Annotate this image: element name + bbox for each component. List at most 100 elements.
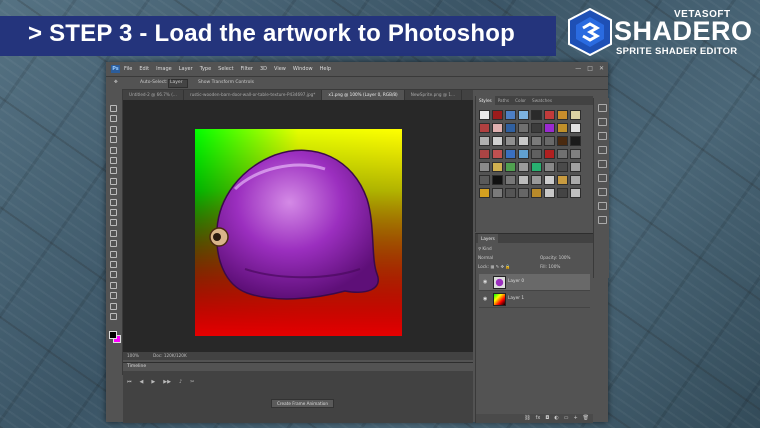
style-swatch[interactable]	[518, 162, 529, 172]
style-swatch[interactable]	[518, 149, 529, 159]
style-swatch[interactable]	[531, 123, 542, 133]
more-tool-icon[interactable]	[110, 313, 117, 320]
style-swatch[interactable]	[531, 188, 542, 198]
style-swatch[interactable]	[544, 175, 555, 185]
brush-presets-icon[interactable]	[598, 132, 607, 140]
trash-icon[interactable]: 🗑	[583, 414, 589, 423]
artwork-canvas[interactable]	[195, 129, 402, 336]
style-swatch[interactable]	[505, 162, 516, 172]
style-swatch[interactable]	[505, 149, 516, 159]
opacity-control[interactable]: Opacity: 100%	[540, 255, 571, 260]
tab-layers[interactable]: Layers	[478, 234, 498, 243]
lasso-tool-icon[interactable]	[110, 125, 117, 133]
blur-tool-icon[interactable]	[110, 229, 117, 237]
history-brush-tool-icon[interactable]	[110, 198, 117, 206]
foreground-color-swatch[interactable]	[109, 331, 117, 339]
style-swatch[interactable]	[479, 110, 490, 120]
style-swatch[interactable]	[544, 162, 555, 172]
adjustments-icon[interactable]	[598, 188, 607, 196]
tab-swatches[interactable]: Swatches	[529, 96, 555, 105]
style-swatch[interactable]	[479, 175, 490, 185]
style-swatch[interactable]	[531, 110, 542, 120]
visibility-eye-icon[interactable]: ◉	[483, 296, 487, 302]
style-swatch[interactable]	[479, 136, 490, 146]
style-swatch[interactable]	[531, 175, 542, 185]
properties-icon[interactable]	[598, 118, 607, 126]
style-swatch[interactable]	[544, 123, 555, 133]
paragraph-styles-icon[interactable]	[598, 216, 607, 224]
type-tool-icon[interactable]	[110, 261, 117, 268]
photoshop-app-icon[interactable]: Ps	[111, 65, 120, 73]
tab-styles[interactable]: Styles	[476, 96, 495, 105]
history-icon[interactable]	[598, 104, 607, 112]
style-swatch[interactable]	[557, 188, 568, 198]
minimize-button[interactable]: —	[575, 65, 581, 72]
tab-paths[interactable]: Paths	[495, 96, 512, 105]
style-swatch[interactable]	[531, 162, 542, 172]
style-swatch[interactable]	[544, 110, 555, 120]
style-swatch[interactable]	[505, 136, 516, 146]
tab-color[interactable]: Color	[512, 96, 529, 105]
menu-item-file[interactable]: File	[124, 66, 132, 72]
text-icon[interactable]	[598, 202, 607, 210]
style-swatch[interactable]	[505, 123, 516, 133]
style-swatch[interactable]	[557, 123, 568, 133]
eraser-tool-icon[interactable]	[110, 209, 117, 216]
quick-select-tool-icon[interactable]	[110, 136, 117, 144]
fill-control[interactable]: Fill: 100%	[540, 264, 560, 269]
timeline-title[interactable]: Timeline	[127, 364, 146, 369]
style-swatch[interactable]	[505, 175, 516, 185]
layer-row[interactable]: ◉ Layer 1	[479, 291, 590, 308]
style-swatch[interactable]	[492, 188, 503, 198]
pen-tool-icon[interactable]	[110, 250, 117, 258]
style-swatch[interactable]	[492, 123, 503, 133]
dodge-tool-icon[interactable]	[110, 240, 117, 248]
fx-icon[interactable]: fx	[536, 414, 541, 423]
adjustment-icon[interactable]: ◐	[554, 414, 558, 423]
style-swatch[interactable]	[505, 188, 516, 198]
style-swatch[interactable]	[531, 149, 542, 159]
document-tab[interactable]: rustic-wooden-barn-door-wall-or-table-te…	[184, 90, 323, 100]
folder-icon[interactable]: ▭	[564, 414, 569, 423]
clone-stamp-tool-icon[interactable]	[110, 188, 117, 196]
close-button[interactable]: ✕	[599, 65, 604, 72]
style-swatch[interactable]	[557, 149, 568, 159]
shape-tool-icon[interactable]	[110, 281, 117, 289]
first-frame-icon[interactable]: ⏮	[127, 379, 132, 385]
style-swatch[interactable]	[479, 149, 490, 159]
visibility-eye-icon[interactable]: ◉	[483, 279, 487, 285]
document-tab[interactable]: NewSprite.png @ 1...	[405, 90, 463, 100]
menu-item-view[interactable]: View	[274, 66, 286, 72]
style-swatch[interactable]	[492, 162, 503, 172]
style-swatch[interactable]	[518, 136, 529, 146]
layer-filter[interactable]: ⚲ Kind	[478, 246, 492, 251]
style-swatch[interactable]	[518, 175, 529, 185]
menu-item-edit[interactable]: Edit	[139, 66, 149, 72]
style-swatch[interactable]	[557, 136, 568, 146]
document-tab[interactable]: x1.png @ 100% (Layer 0, RGB/8)	[322, 90, 405, 100]
blend-mode-dropdown[interactable]: Normal	[478, 255, 493, 260]
style-swatch[interactable]	[492, 175, 503, 185]
style-swatch[interactable]	[479, 123, 490, 133]
menu-item-help[interactable]: Help	[320, 66, 331, 72]
new-layer-icon[interactable]: +	[573, 414, 577, 423]
menu-item-filter[interactable]: Filter	[241, 66, 253, 72]
menu-item-select[interactable]: Select	[218, 66, 233, 72]
audio-icon[interactable]: ♪	[179, 379, 182, 385]
style-swatch[interactable]	[557, 110, 568, 120]
menu-item-window[interactable]: Window	[293, 66, 313, 72]
move-tool-icon[interactable]	[110, 105, 117, 112]
menu-item-type[interactable]: Type	[200, 66, 211, 72]
scissors-icon[interactable]: ✂	[190, 379, 194, 385]
info-icon[interactable]	[598, 174, 607, 182]
crop-tool-icon[interactable]	[110, 146, 117, 154]
zoom-tool-icon[interactable]	[110, 302, 117, 310]
eyedropper-tool-icon[interactable]	[110, 157, 117, 164]
maximize-button[interactable]: □	[587, 65, 593, 72]
style-swatch[interactable]	[518, 188, 529, 198]
auto-select-checkbox-label[interactable]: Auto-Select:	[140, 80, 168, 85]
layer-row[interactable]: ◉ Layer 0	[479, 274, 590, 291]
menu-item-3d[interactable]: 3D	[260, 66, 267, 72]
path-select-tool-icon[interactable]	[110, 271, 117, 279]
hand-tool-icon[interactable]	[110, 292, 117, 300]
